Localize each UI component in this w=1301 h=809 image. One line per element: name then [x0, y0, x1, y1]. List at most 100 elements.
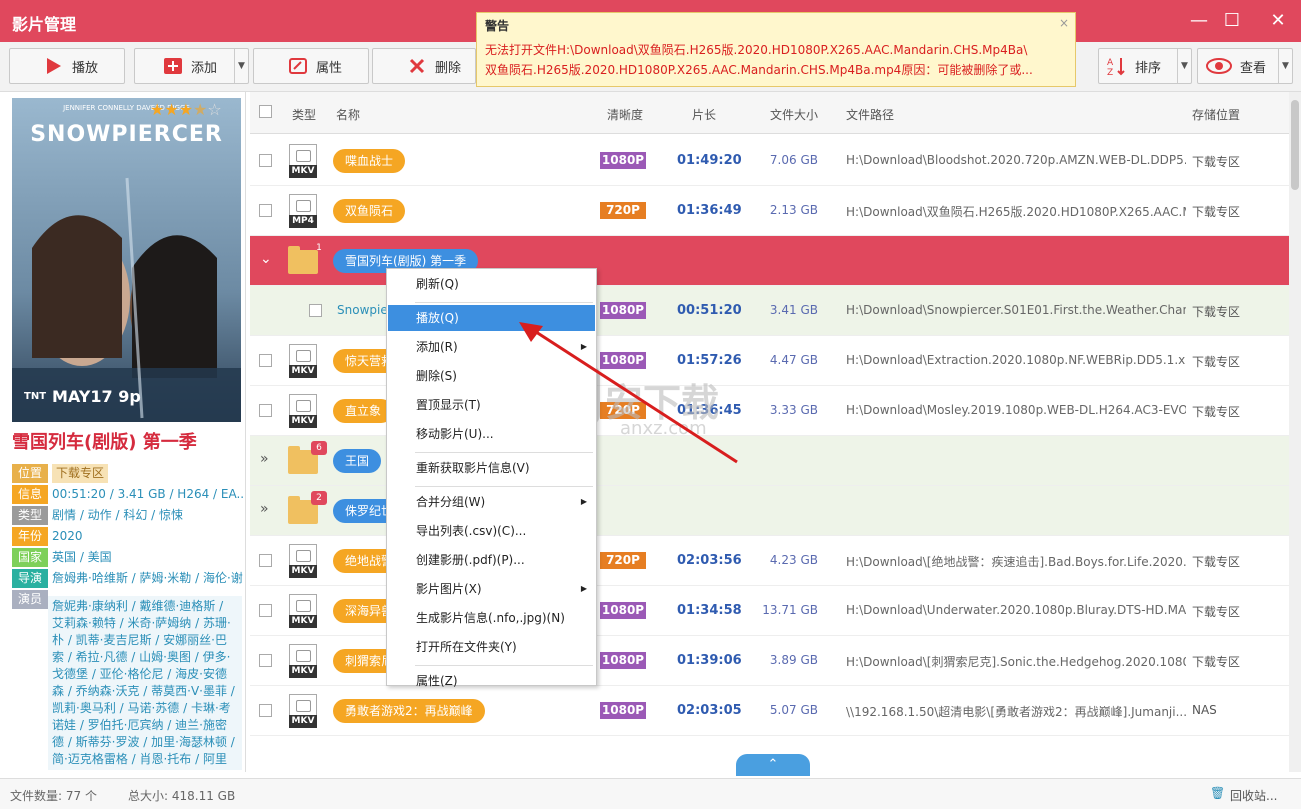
scroll-top-button[interactable]: ⌃ — [736, 754, 810, 776]
menu-item[interactable]: 打开所在文件夹(Y) — [388, 634, 595, 660]
status-bar: 文件数量: 77 个 总大小: 418.11 GB 🗑 回收站... — [0, 778, 1301, 809]
warning-tooltip: 警告 无法打开文件H:\Download\双鱼陨石.H265版.2020.HD1… — [476, 12, 1076, 87]
col-size[interactable]: 文件大小 — [770, 106, 818, 123]
expand-icon[interactable]: » — [260, 451, 269, 467]
movie-name[interactable]: 直立象 — [333, 399, 394, 423]
menu-item[interactable]: 属性(Z) — [388, 668, 595, 694]
add-label: 添加 — [191, 60, 218, 76]
menu-item[interactable]: 合并分组(W) ▶ — [388, 489, 595, 515]
row-checkbox[interactable] — [259, 354, 272, 367]
menu-item[interactable]: 导出列表(.csv)(C)... — [388, 518, 595, 544]
movie-name[interactable]: 喋血战士 — [333, 149, 406, 173]
info-key: 位置 — [12, 464, 48, 483]
row-checkbox[interactable] — [259, 704, 272, 717]
row-checkbox[interactable] — [259, 604, 272, 617]
storage-location: 下载专区 — [1192, 155, 1241, 169]
warning-close-icon[interactable]: × — [1059, 16, 1069, 30]
group-count-badge: 2 — [311, 491, 327, 505]
close-button[interactable]: ✕ — [1264, 8, 1292, 34]
menu-item[interactable]: 生成影片信息(.nfo,.jpg)(N) — [388, 605, 595, 631]
svg-text:Z: Z — [1107, 68, 1113, 76]
group-count-badge: 1 — [316, 243, 322, 253]
add-dropdown-icon[interactable]: ▼ — [234, 49, 248, 83]
video-file-icon: MKV — [289, 594, 317, 628]
info-value[interactable]: 00:51:20 / 3.41 GB / H264 / EA... — [48, 485, 244, 504]
play-button[interactable]: 播放 — [9, 48, 125, 84]
info-key: 类型 — [12, 506, 48, 525]
storage-location: 下载专区 — [1192, 305, 1241, 319]
menu-item-label: 移动影片(U)... — [416, 427, 494, 441]
sort-dropdown-icon[interactable]: ▼ — [1177, 49, 1191, 83]
file-size: 4.47 GB — [769, 353, 818, 367]
add-button[interactable]: 添加 ▼ — [134, 48, 249, 84]
row-checkbox[interactable] — [259, 554, 272, 567]
resolution-badge: 1080P — [600, 302, 646, 319]
resolution-badge: 1080P — [600, 652, 646, 669]
info-key: 年份 — [12, 527, 48, 546]
annotation-arrow — [519, 322, 738, 464]
row-checkbox[interactable] — [309, 304, 322, 317]
row-checkbox[interactable] — [259, 654, 272, 667]
table-row[interactable]: MKV 喋血战士 1080P 01:49:20 7.06 GB H:\Download\B… — [250, 136, 1289, 186]
properties-button[interactable]: 属性 — [253, 48, 369, 84]
col-duration[interactable]: 片长 — [692, 106, 716, 123]
group-name[interactable]: 王国 — [333, 449, 382, 473]
info-value[interactable]: 下载专区 — [52, 464, 109, 483]
info-value[interactable]: 剧情 / 动作 / 科幻 / 惊悚 — [48, 506, 183, 525]
col-name[interactable]: 名称 — [336, 106, 360, 123]
info-value[interactable]: 2020 — [48, 527, 83, 546]
video-file-icon: MKV — [289, 694, 317, 728]
storage-location: NAS — [1192, 703, 1217, 717]
view-button[interactable]: 查看 ▼ — [1197, 48, 1293, 84]
file-path: H:\Download\Underwater.2020.1080p.Bluray… — [846, 603, 1186, 617]
menu-item[interactable]: 创建影册(.pdf)(P)... — [388, 547, 595, 573]
view-dropdown-icon[interactable]: ▼ — [1278, 49, 1292, 83]
trash-icon[interactable]: 🗑 — [1210, 786, 1225, 800]
row-checkbox[interactable] — [259, 154, 272, 167]
col-type[interactable]: 类型 — [292, 106, 316, 123]
episode-name[interactable]: Snowpie — [337, 303, 388, 317]
table-row[interactable]: MP4 双鱼陨石 720P 01:36:49 2.13 GB H:\Download\双鱼… — [250, 186, 1289, 236]
file-size: 4.23 GB — [769, 553, 818, 567]
edit-icon — [288, 56, 308, 76]
file-path: H:\Download\[刺猬索尼克].Sonic.the.Hedgehog.2… — [846, 655, 1186, 669]
poster-date: MAY17 9p — [52, 387, 141, 406]
info-row: 导演 詹姆弗·哈维斯 / 萨姆·米勒 / 海伦·谢 — [12, 569, 244, 588]
maximize-button[interactable]: ☐ — [1218, 8, 1246, 34]
storage-location: 下载专区 — [1192, 405, 1241, 419]
col-path[interactable]: 文件路径 — [846, 106, 894, 123]
menu-item[interactable]: 刷新(Q) — [388, 271, 595, 297]
col-resolution[interactable]: 清晰度 — [607, 106, 643, 123]
storage-location: 下载专区 — [1192, 605, 1241, 619]
vertical-scrollbar[interactable] — [1289, 92, 1301, 772]
col-location[interactable]: 存储位置 — [1192, 106, 1240, 123]
storage-location: 下载专区 — [1192, 205, 1241, 219]
collapse-icon[interactable]: ⌄ — [260, 251, 272, 267]
row-checkbox[interactable] — [259, 404, 272, 417]
file-size: 3.33 GB — [769, 403, 818, 417]
recycle-bin-link[interactable]: 回收站... — [1230, 787, 1277, 804]
info-value[interactable] — [48, 590, 52, 609]
duration: 01:39:06 — [677, 653, 742, 668]
menu-item-label: 打开所在文件夹(Y) — [416, 640, 517, 654]
select-all-checkbox[interactable] — [259, 105, 272, 118]
video-file-icon: MP4 — [289, 194, 317, 228]
menu-item[interactable]: 影片图片(X) ▶ — [388, 576, 595, 602]
expand-icon[interactable]: » — [260, 501, 269, 517]
delete-button[interactable]: 删除 — [372, 48, 476, 84]
minimize-button[interactable]: — — [1185, 8, 1213, 34]
menu-item-label: 导出列表(.csv)(C)... — [416, 524, 527, 538]
properties-label: 属性 — [316, 60, 343, 76]
file-path: \\192.168.1.50\超清电影\[勇敢者游戏2：再战巅峰].Jumanj… — [846, 705, 1186, 719]
row-checkbox[interactable] — [259, 204, 272, 217]
duration: 00:51:20 — [677, 303, 742, 318]
total-size: 总大小: 418.11 GB — [128, 789, 236, 803]
info-value[interactable]: 詹姆弗·哈维斯 / 萨姆·米勒 / 海伦·谢 — [48, 569, 243, 588]
sort-button[interactable]: AZ 排序 ▼ — [1098, 48, 1192, 84]
scrollbar-thumb[interactable] — [1291, 100, 1299, 190]
poster-title: SNOWPIERCER — [30, 122, 223, 147]
movie-name[interactable]: 双鱼陨石 — [333, 199, 406, 223]
movie-name[interactable]: 勇敢者游戏2：再战巅峰 — [333, 699, 485, 723]
info-value[interactable]: 英国 / 美国 — [48, 548, 112, 567]
video-file-icon: MKV — [289, 644, 317, 678]
